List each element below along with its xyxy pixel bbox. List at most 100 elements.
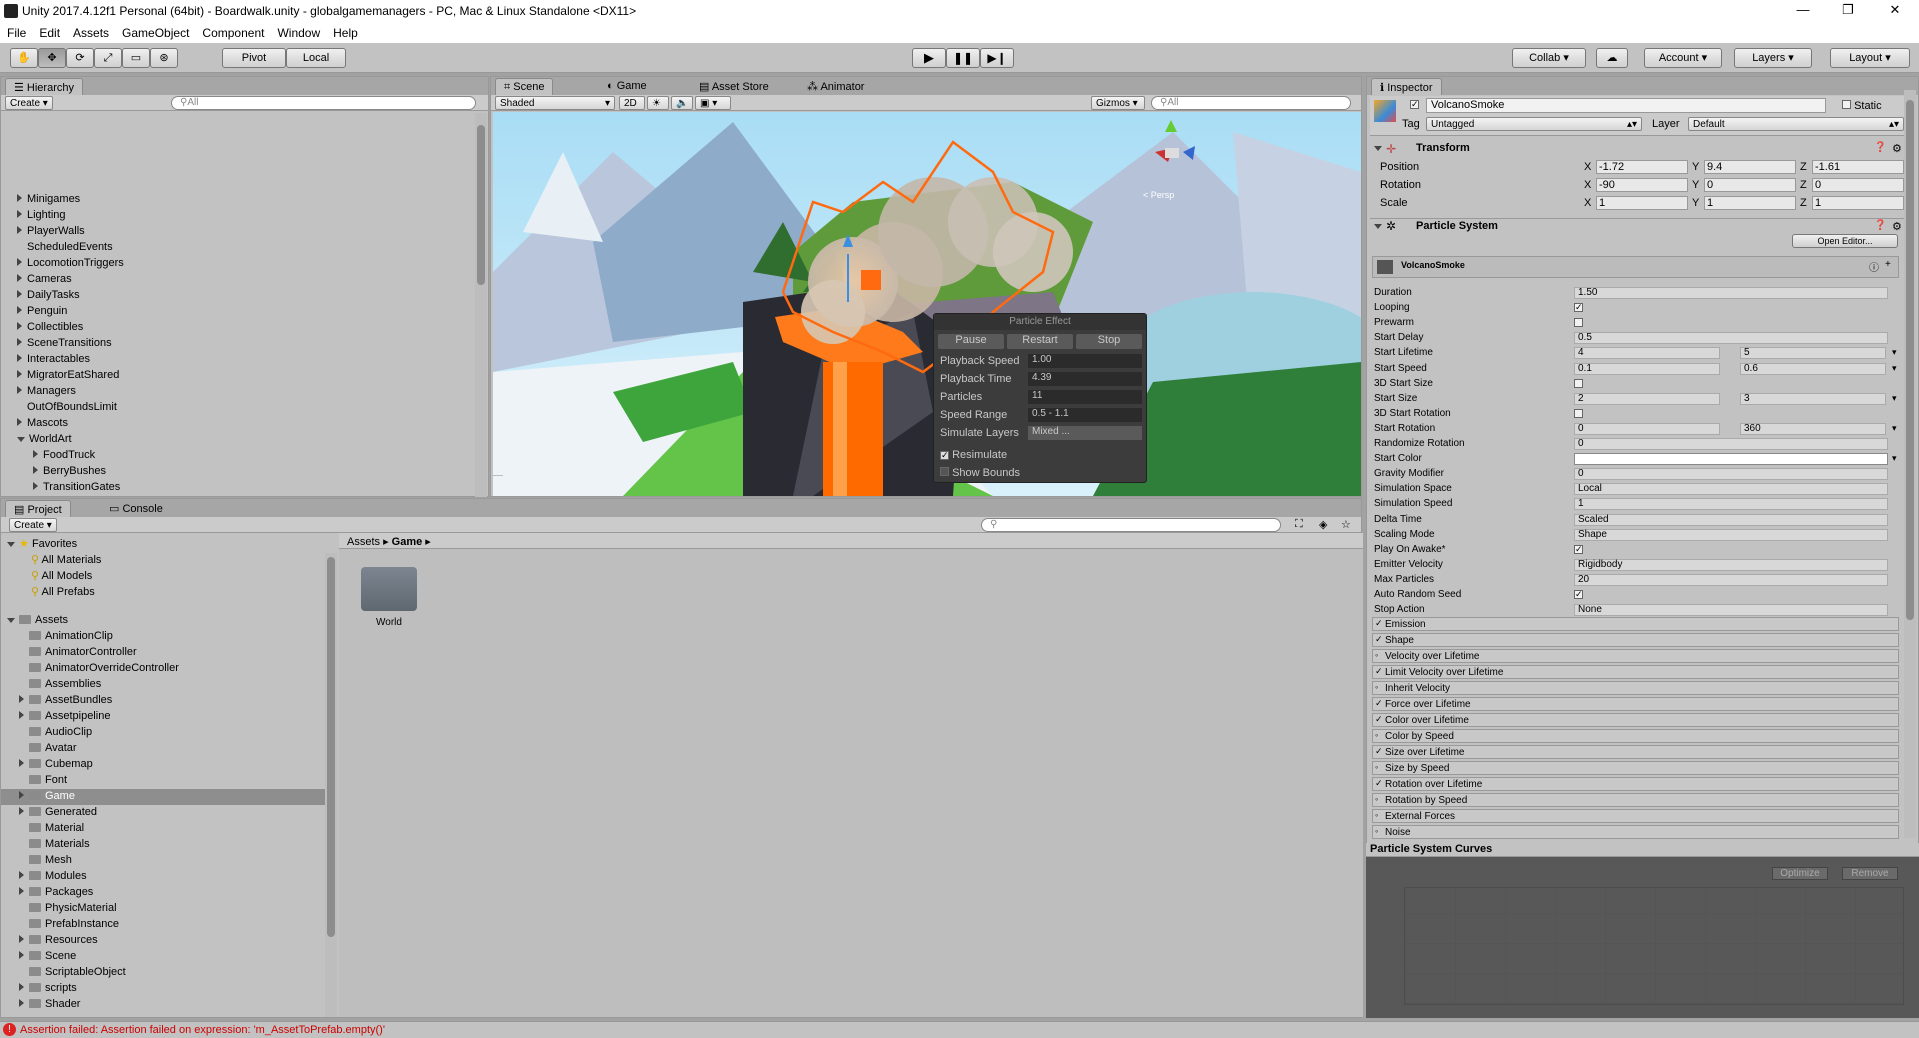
maximize-icon[interactable]: ❐ [1825, 2, 1871, 18]
project-folder-item[interactable]: Assetpipeline [19, 709, 110, 725]
hierarchy-item[interactable]: PlayerWalls [17, 224, 85, 240]
project-folder-item[interactable]: Mesh [19, 853, 72, 869]
project-folder-item[interactable]: Packages [19, 885, 93, 901]
hierarchy-item[interactable]: Managers [17, 384, 76, 400]
tab-animator[interactable]: ⁂ Animator [799, 78, 873, 95]
account-dropdown[interactable]: Account ▾ [1644, 48, 1722, 68]
ps-prop-field[interactable]: 20 [1574, 573, 1888, 586]
menu-gameobject[interactable]: GameObject [115, 23, 195, 40]
ps-help-icon[interactable]: ❓ [1874, 220, 1886, 231]
ps-prop-checkbox[interactable] [1574, 318, 1583, 328]
collapsed-arrow-icon[interactable] [19, 871, 24, 879]
project-search-input[interactable]: ⚲ [981, 518, 1281, 532]
optimize-button[interactable]: Optimize [1772, 867, 1828, 880]
project-folder-item[interactable]: Materials [19, 837, 90, 853]
menu-component[interactable]: Component [195, 23, 270, 40]
show-bounds-checkbox[interactable] [940, 467, 949, 476]
layers-dropdown[interactable]: Layers ▾ [1734, 48, 1812, 68]
ps-prop-min-field[interactable]: 4 [1574, 347, 1720, 360]
collapsed-arrow-icon[interactable] [17, 210, 22, 218]
ps-module-row[interactable]: ✓ Size over Lifetime [1372, 745, 1899, 759]
step-button[interactable]: ▶❙ [980, 48, 1014, 68]
ps-prop-field[interactable]: 1 [1574, 498, 1888, 511]
tab-hierarchy[interactable]: ☰ Hierarchy [5, 78, 83, 95]
collapsed-arrow-icon[interactable] [17, 370, 22, 378]
ps-prop-checkbox[interactable]: ✓ [1574, 303, 1583, 313]
ps-prop-checkbox[interactable] [1574, 378, 1583, 388]
collapsed-arrow-icon[interactable] [19, 951, 24, 959]
project-folder-item[interactable]: Assemblies [19, 677, 101, 693]
hierarchy-scrollbar[interactable] [475, 113, 487, 497]
project-folder-item[interactable]: PrefabInstance [19, 917, 119, 933]
filter-label-icon[interactable]: ◈ [1319, 518, 1327, 531]
menu-window[interactable]: Window [270, 23, 326, 40]
dropdown-arrow-icon[interactable]: ▾ [1892, 423, 1897, 434]
transform-header[interactable]: ✛ Transform ❓ ⚙ [1370, 142, 1915, 156]
expanded-arrow-icon[interactable] [7, 542, 15, 547]
filter-type-icon[interactable]: ⛶ [1295, 518, 1303, 531]
rotate-tool-icon[interactable]: ⟳ [66, 48, 94, 68]
status-bar[interactable]: ! Assertion failed: Assertion failed on … [0, 1021, 1919, 1038]
menu-assets[interactable]: Assets [66, 23, 115, 40]
dropdown-arrow-icon[interactable]: ▾ [1892, 363, 1897, 374]
collapsed-arrow-icon[interactable] [19, 983, 24, 991]
add-icon[interactable]: + [1885, 259, 1891, 270]
module-toggle-checkbox[interactable]: ◦ [1375, 731, 1383, 740]
close-icon[interactable]: ✕ [1872, 2, 1918, 18]
particle-effect-row-value[interactable]: 11 [1028, 390, 1142, 404]
ps-module-row[interactable]: ✓ Emission [1372, 617, 1899, 631]
mode-2d-toggle[interactable]: 2D [619, 96, 645, 110]
collapsed-arrow-icon[interactable] [17, 258, 22, 266]
favorite-item[interactable]: ⚲ All Prefabs [31, 585, 95, 601]
menu-help[interactable]: Help [326, 23, 364, 40]
transform-tool-icon[interactable]: ⊛ [150, 48, 178, 68]
module-toggle-checkbox[interactable]: ✓ [1375, 619, 1383, 628]
ps-prop-field[interactable]: 0 [1574, 438, 1888, 450]
info-icon[interactable]: ⓘ [1869, 259, 1879, 274]
particle-effect-row-value[interactable]: 4.39 [1028, 372, 1142, 386]
ps-prop-field[interactable]: Local [1574, 483, 1888, 496]
collab-button[interactable]: Collab ▾ [1512, 48, 1586, 68]
particle-effect-row-value[interactable]: 0.5 - 1.1 [1028, 408, 1142, 422]
show-bounds-toggle[interactable]: Show Bounds [940, 467, 1020, 479]
tab-scene[interactable]: ⌗ Scene [495, 78, 554, 95]
particle-effect-row-value[interactable]: Mixed ... [1028, 426, 1142, 440]
hierarchy-item[interactable]: TransitionGates [33, 480, 120, 496]
collapsed-arrow-icon[interactable] [17, 354, 22, 362]
project-folder-item[interactable]: AnimationClip [19, 629, 113, 645]
project-folder-item[interactable]: Resources [19, 933, 98, 949]
inspector-scrollbar[interactable] [1904, 90, 1916, 838]
transform-z-field[interactable]: 0 [1812, 178, 1904, 192]
module-toggle-checkbox[interactable]: ✓ [1375, 667, 1383, 676]
particle-pause-button[interactable]: Pause [938, 334, 1004, 349]
project-folder-item[interactable]: PhysicMaterial [19, 901, 117, 917]
object-name-field[interactable]: VolcanoSmoke [1426, 98, 1826, 113]
hierarchy-item[interactable]: Penguin [17, 304, 67, 320]
collapsed-arrow-icon[interactable] [17, 418, 22, 426]
favorite-item[interactable]: ⚲ All Models [31, 569, 92, 585]
collapsed-arrow-icon[interactable] [19, 887, 24, 895]
hierarchy-item[interactable]: Minigames [17, 192, 80, 208]
project-folder-item[interactable]: Generated [19, 805, 97, 821]
settings-gear-icon[interactable]: ⚙ [1892, 142, 1902, 155]
favorite-item[interactable]: ⚲ All Materials [31, 553, 101, 569]
hierarchy-item[interactable]: Collectibles [17, 320, 83, 336]
particle-system-name-bar[interactable]: VolcanoSmoke ⓘ + [1372, 256, 1899, 278]
ps-module-row[interactable]: ◦ Inherit Velocity [1372, 681, 1899, 695]
hierarchy-item[interactable]: WorldArt [17, 432, 72, 448]
dropdown-arrow-icon[interactable]: ▾ [1892, 347, 1897, 358]
collapsed-arrow-icon[interactable] [17, 290, 22, 298]
pause-button[interactable]: ❚❚ [946, 48, 980, 68]
ps-prop-min-field[interactable]: 0 [1574, 422, 1720, 435]
hierarchy-item[interactable]: LocomotionTriggers [17, 256, 124, 272]
layer-dropdown[interactable]: Default ▴▾ [1688, 117, 1904, 131]
play-button[interactable]: ▶ [912, 48, 946, 68]
hierarchy-item[interactable]: ScheduledEvents [17, 240, 113, 256]
hierarchy-item[interactable]: MigratorEatShared [17, 368, 119, 384]
ps-module-row[interactable]: ◦ Noise [1372, 825, 1899, 839]
transform-z-field[interactable]: -1.61 [1812, 160, 1904, 174]
transform-x-field[interactable]: -90 [1596, 178, 1688, 192]
collapsed-arrow-icon[interactable] [19, 807, 24, 815]
project-folder-item[interactable]: Scene [19, 949, 76, 965]
scene-audio-icon[interactable]: 🔈 [671, 96, 693, 110]
